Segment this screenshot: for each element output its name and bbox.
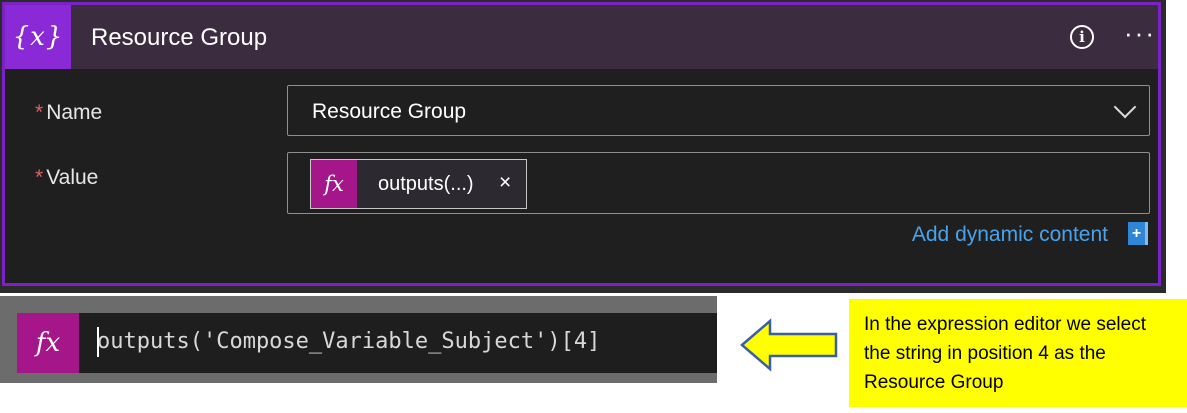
fx-icon: fx <box>17 313 79 373</box>
token-label: outputs(...) <box>378 173 474 195</box>
expression-token[interactable]: fx outputs(...) × <box>310 159 527 209</box>
value-input[interactable]: fx outputs(...) × <box>287 152 1150 214</box>
name-dropdown[interactable]: Resource Group <box>287 85 1150 136</box>
text-caret <box>97 327 99 357</box>
name-label-text: Name <box>46 101 103 124</box>
card-header[interactable]: {x} Resource Group i ··· <box>5 5 1158 69</box>
left-arrow-icon <box>740 318 838 372</box>
expression-editor[interactable]: fx outputs('Compose_Variable_Subject')[4… <box>17 313 717 373</box>
value-label-text: Value <box>46 166 99 189</box>
name-label: * Name <box>35 101 102 125</box>
card-title: Resource Group <box>91 24 268 51</box>
remove-token-icon[interactable]: × <box>499 171 511 195</box>
callout-note: In the expression editor we select the s… <box>849 299 1187 407</box>
required-marker: * <box>35 101 44 124</box>
add-dynamic-content-link[interactable]: Add dynamic content <box>912 223 1108 247</box>
fx-icon: fx <box>311 160 357 208</box>
chevron-down-icon[interactable] <box>1113 95 1137 119</box>
add-dynamic-content-icon[interactable]: + <box>1128 222 1148 245</box>
value-label: * Value <box>35 166 98 190</box>
info-icon[interactable]: i <box>1070 25 1094 49</box>
set-variable-action-card: {x} Resource Group i ··· * Name Resource … <box>2 2 1161 286</box>
required-marker: * <box>35 166 44 189</box>
more-options-icon[interactable]: ··· <box>1124 20 1156 46</box>
expression-input[interactable]: outputs('Compose_Variable_Subject')[4] <box>97 329 600 354</box>
name-dropdown-value: Resource Group <box>312 100 467 123</box>
variable-icon: {x} <box>5 5 71 69</box>
